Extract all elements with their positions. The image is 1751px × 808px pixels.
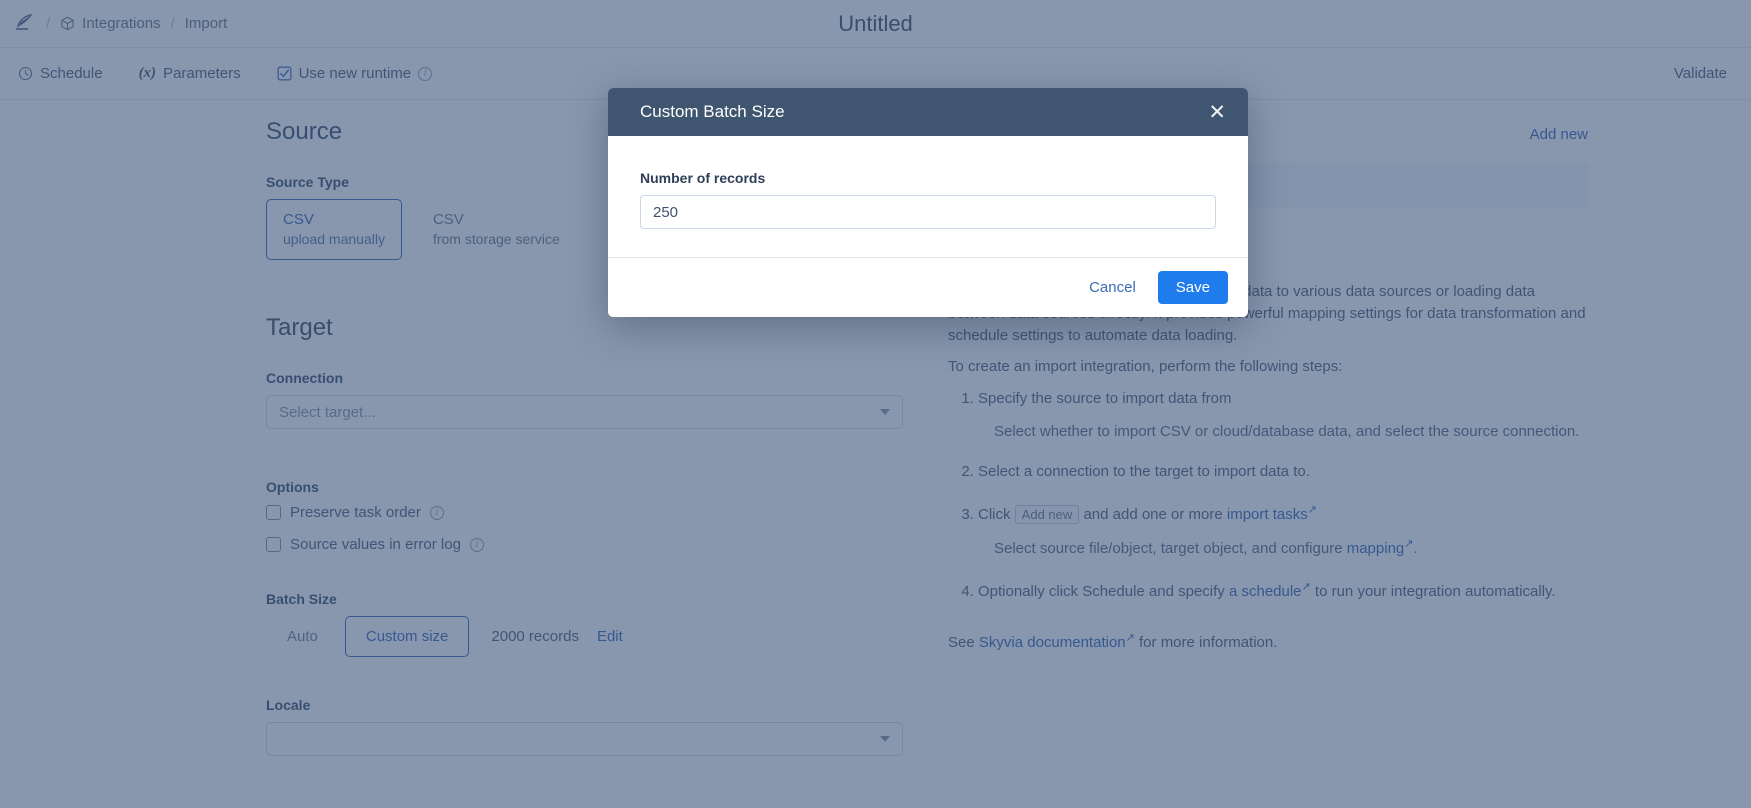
dialog-header: Custom Batch Size ✕ (608, 88, 1248, 136)
dialog-body: Number of records (608, 136, 1248, 257)
dialog-footer: Cancel Save (608, 257, 1248, 317)
number-of-records-input[interactable] (640, 195, 1216, 229)
dialog-title: Custom Batch Size (640, 102, 785, 121)
close-icon[interactable]: ✕ (1204, 100, 1230, 125)
number-of-records-label: Number of records (640, 170, 766, 186)
custom-batch-size-dialog: Custom Batch Size ✕ Number of records Ca… (608, 88, 1248, 317)
save-button[interactable]: Save (1157, 271, 1228, 304)
app-window: / Integrations / Import Untitled (0, 0, 1751, 808)
cancel-button[interactable]: Cancel (1075, 271, 1150, 304)
